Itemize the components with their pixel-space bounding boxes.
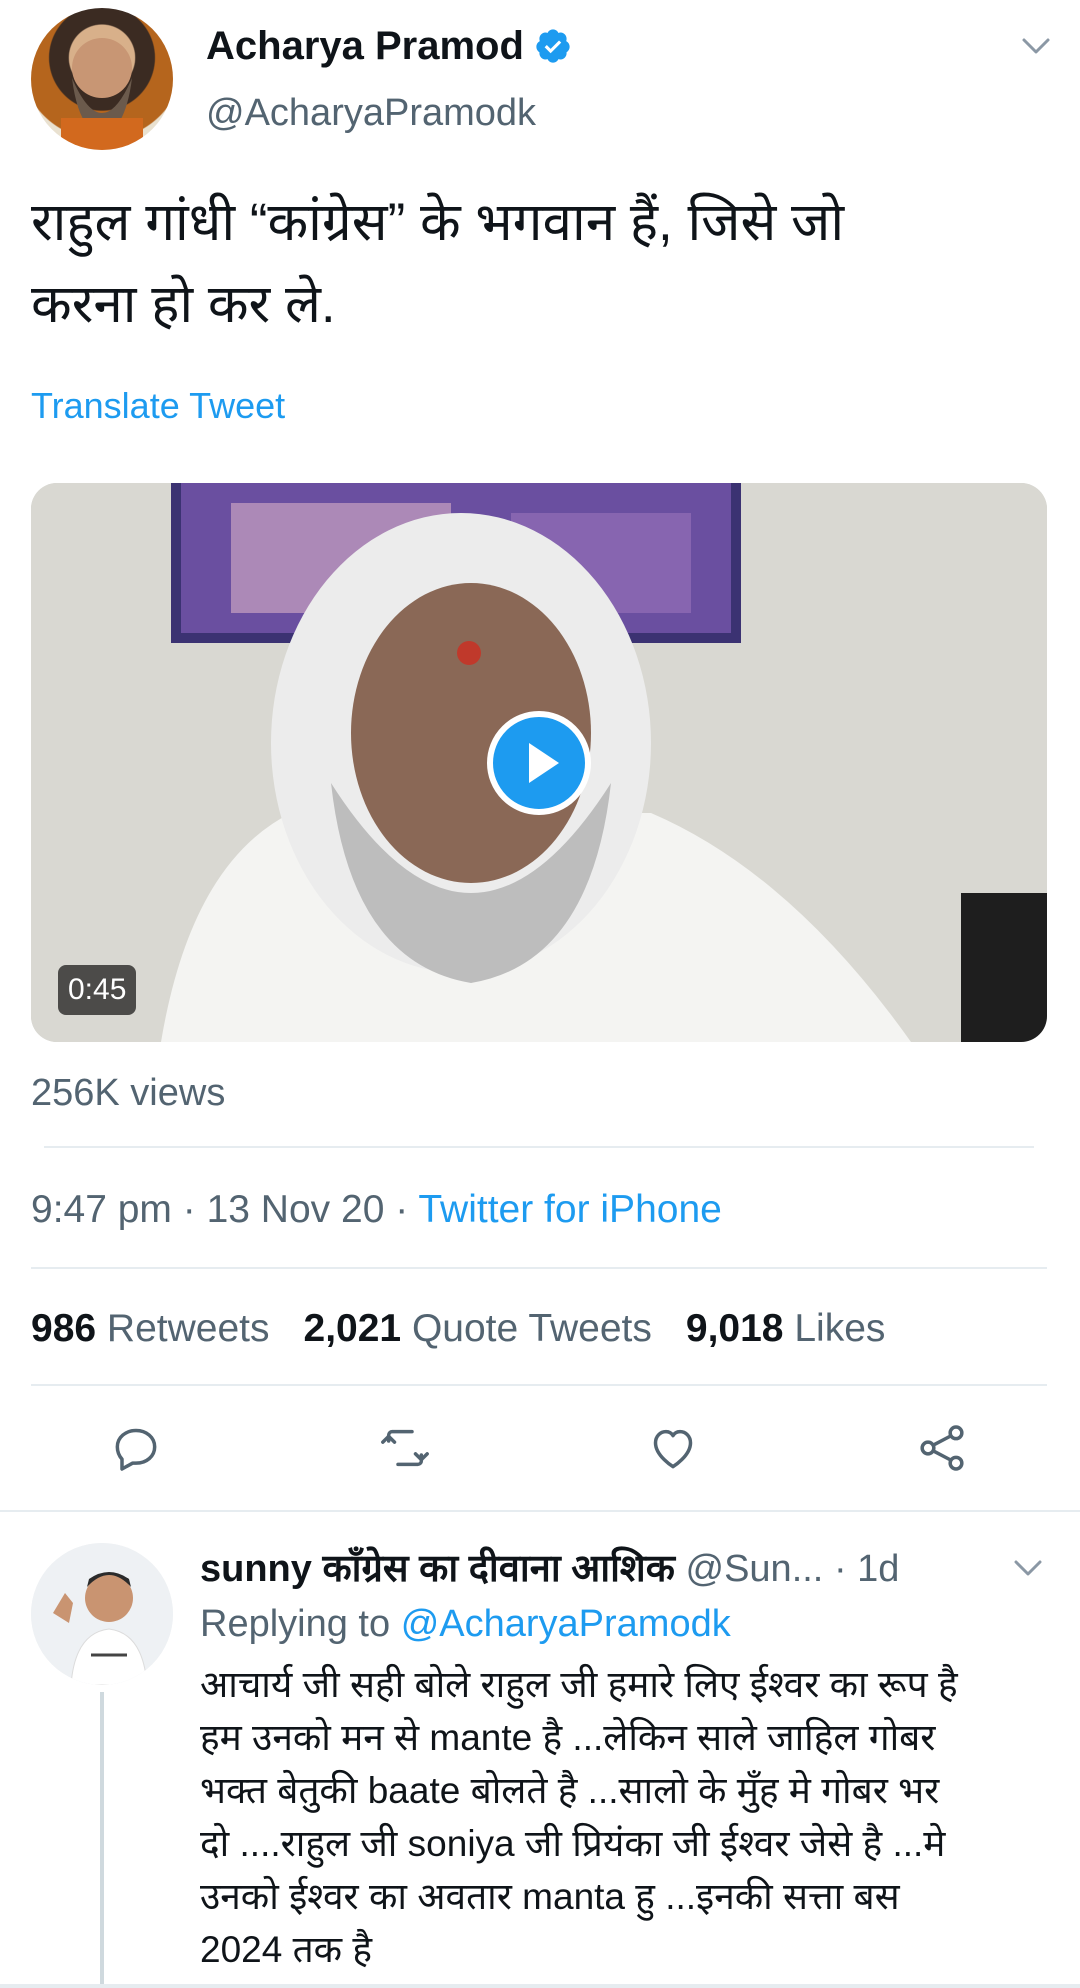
divider: [31, 1267, 1047, 1269]
reply-text-line: उनको ईश्वर का अवतार manta हु ...इनकी सत्…: [200, 1876, 900, 1917]
reply-thread-line: [100, 1692, 104, 1988]
replying-to-handle[interactable]: @AcharyaPramodk: [401, 1603, 731, 1645]
like-icon[interactable]: [645, 1420, 701, 1476]
reply-text-line: आचार्य जी सही बोले राहुल जी हमारे लिए ईश…: [200, 1664, 958, 1705]
reply-text-line: दो ....राहुल जी soniya जी प्रियंका जी ईश…: [200, 1823, 946, 1864]
play-button[interactable]: [487, 711, 591, 815]
reply-text-line: हम उनको मन से mante है ...लेकिन साले जाह…: [200, 1717, 936, 1758]
author-handle[interactable]: @AcharyaPramodk: [206, 90, 536, 136]
reply-author-avatar[interactable]: [31, 1543, 173, 1685]
author-avatar[interactable]: [31, 8, 173, 150]
reply-author-name[interactable]: sunny कॉंग्रेस का दीवाना आशिक: [200, 1548, 675, 1590]
chevron-down-icon[interactable]: [1016, 30, 1056, 60]
tweet-source-link[interactable]: Twitter for iPhone: [418, 1188, 721, 1231]
retweets-count: 986: [31, 1307, 97, 1350]
reply-icon[interactable]: [108, 1420, 164, 1476]
retweet-icon[interactable]: [377, 1420, 433, 1476]
replying-to: Replying to @AcharyaPramodk: [200, 1601, 731, 1647]
tweet-time: 9:47 pm: [31, 1188, 172, 1231]
replying-to-label: Replying to: [200, 1603, 391, 1645]
reply-text-line: भक्त बेतुकी baate बोलते है ...सालो के मु…: [200, 1770, 940, 1811]
play-icon: [487, 711, 591, 815]
quote-tweets-count: 2,021: [303, 1307, 402, 1350]
video-duration-badge: 0:45: [58, 965, 137, 1015]
section-divider: [0, 1510, 1080, 1512]
view-count: 256K views: [31, 1072, 226, 1114]
retweets-label: Retweets: [106, 1307, 270, 1350]
divider: [31, 1384, 1047, 1386]
reply-chevron-down-icon[interactable]: [1008, 1552, 1048, 1582]
divider: [44, 1146, 1034, 1148]
quote-tweets-label: Quote Tweets: [411, 1307, 652, 1350]
likes-label: Likes: [794, 1307, 886, 1350]
tweet-text-line-2: करना हो कर ले.: [31, 275, 336, 334]
retweets-stat[interactable]: 986 Retweets: [31, 1307, 270, 1350]
tweet-stats: 986 Retweets 2,021 Quote Tweets 9,018 Like…: [31, 1305, 885, 1353]
tweet-meta: 9:47 pm · 13 Nov 20 · Twitter for iPhone: [31, 1188, 722, 1231]
reply-text: आचार्य जी सही बोले राहुल जी हमारे लिए ईश…: [200, 1658, 958, 1976]
likes-count: 9,018: [685, 1307, 784, 1350]
verified-badge-icon: [534, 27, 572, 65]
reply-age: · 1d: [833, 1548, 900, 1590]
tweet-text-line-1: राहुल गांधी “कांग्रेस” के भगवान हैं, जिस…: [31, 193, 845, 252]
share-icon[interactable]: [914, 1420, 970, 1476]
likes-stat[interactable]: 9,018 Likes: [686, 1307, 886, 1350]
author-name[interactable]: Acharya Pramod: [206, 22, 524, 70]
reply-text-line: 2024 तक है: [200, 1929, 373, 1970]
translate-tweet-link[interactable]: Translate Tweet: [31, 384, 285, 428]
reply-author-handle[interactable]: @Sun...: [686, 1548, 824, 1590]
tweet-date: 13 Nov 20: [206, 1188, 385, 1231]
video-duration: 0:45: [68, 973, 127, 1006]
reply-header: sunny कॉंग्रेस का दीवाना आशिक @Sun... · …: [200, 1546, 1020, 1592]
bottom-border: [0, 1984, 1080, 1988]
quote-tweets-stat[interactable]: 2,021 Quote Tweets: [304, 1307, 652, 1350]
